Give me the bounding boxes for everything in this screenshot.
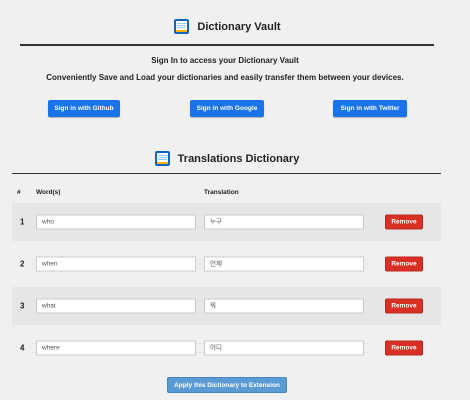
row-number: 1 [20,217,25,227]
signin-github-button[interactable]: Sign in with Github [48,100,120,117]
signin-title: Sign In to access your Dictionary Vault [151,56,299,65]
column-header-translation: Translation [204,189,239,196]
remove-button[interactable]: Remove [385,256,423,272]
word-input[interactable]: where [36,340,196,356]
row-number: 2 [20,259,25,269]
book-icon [154,150,171,167]
remove-button[interactable]: Remove [385,340,423,356]
signin-twitter-button[interactable]: Sign in with Twitter [333,100,407,117]
translation-input[interactable]: 누구 [204,214,364,230]
table-row: 2 when 언제 Remove [12,245,441,283]
word-input[interactable]: when [36,256,196,272]
vault-description: Conveniently Save and Load your dictiona… [46,73,404,82]
remove-button[interactable]: Remove [385,298,423,314]
dictionary-header: Translations Dictionary [12,150,441,174]
vault-title-wrap: Dictionary Vault [173,18,281,35]
signin-google-button[interactable]: Sign in with Google [190,100,264,117]
apply-dictionary-button[interactable]: Apply this Dictionary to Extension [167,377,287,393]
row-number: 4 [20,343,25,353]
remove-button[interactable]: Remove [385,214,423,230]
word-input[interactable]: who [36,214,196,230]
word-input[interactable]: what [36,298,196,314]
translation-input[interactable]: 언제 [204,256,364,272]
vault-header: Dictionary Vault [20,18,434,46]
table-row: 1 who 누구 Remove [12,203,441,241]
translation-input[interactable]: 어디 [204,340,364,356]
book-icon [173,18,190,35]
column-header-num: # [17,189,21,196]
table-row: 4 where 어디 Remove [12,329,441,367]
vault-title: Dictionary Vault [197,20,281,33]
row-number: 3 [20,301,25,311]
column-header-word: Word(s) [36,189,61,196]
dictionary-title: Translations Dictionary [177,152,300,165]
translation-input[interactable]: 뭐 [204,298,364,314]
table-row: 3 what 뭐 Remove [12,287,441,325]
dictionary-title-wrap: Translations Dictionary [154,150,300,167]
